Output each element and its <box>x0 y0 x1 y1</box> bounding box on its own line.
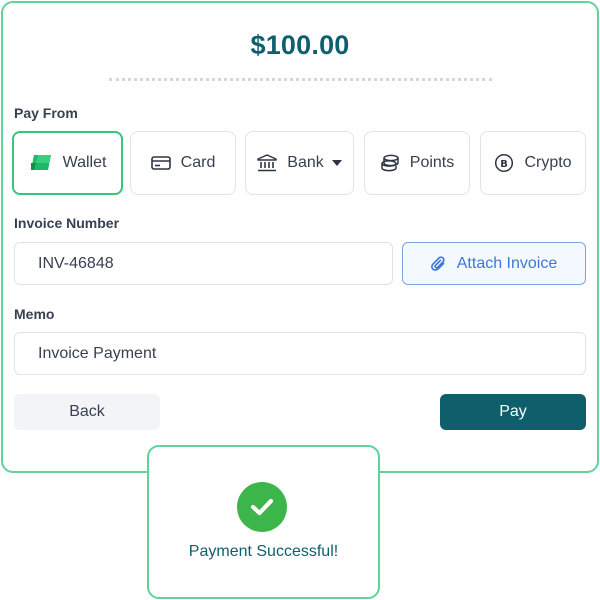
method-bank[interactable]: Bank <box>245 131 354 195</box>
memo-input[interactable] <box>14 332 586 375</box>
attach-invoice-label: Attach Invoice <box>456 254 558 272</box>
payment-amount: $100.00 <box>250 30 350 60</box>
memo-label: Memo <box>14 306 55 322</box>
method-card[interactable]: Card <box>130 131 236 195</box>
method-wallet[interactable]: Wallet <box>12 131 123 195</box>
invoice-number-input[interactable] <box>14 242 393 285</box>
method-label: Crypto <box>524 154 572 171</box>
card-icon <box>150 155 171 171</box>
check-circle-icon <box>237 482 287 532</box>
back-button[interactable]: Back <box>14 394 160 430</box>
method-label: Wallet <box>62 154 107 171</box>
method-label: Bank <box>287 154 324 171</box>
pay-from-label: Pay From <box>14 105 78 121</box>
method-label: Points <box>409 154 455 171</box>
invoice-number-label: Invoice Number <box>14 215 120 231</box>
success-message: Payment Successful! <box>188 543 339 560</box>
pay-button[interactable]: Pay <box>440 394 586 430</box>
chevron-down-icon[interactable] <box>331 160 342 166</box>
attach-invoice-button[interactable]: Attach Invoice <box>402 242 586 285</box>
method-points[interactable]: Points <box>364 131 470 195</box>
method-crypto[interactable]: B Crypto <box>480 131 586 195</box>
bank-icon <box>257 154 278 172</box>
method-label: Card <box>180 154 216 171</box>
svg-text:B: B <box>501 159 509 170</box>
paperclip-icon <box>430 255 447 273</box>
success-toast: Payment Successful! <box>147 445 380 599</box>
wallet-icon <box>29 153 53 173</box>
coins-icon <box>380 154 400 172</box>
bitcoin-icon: B <box>494 153 514 173</box>
amount-divider <box>109 78 492 81</box>
